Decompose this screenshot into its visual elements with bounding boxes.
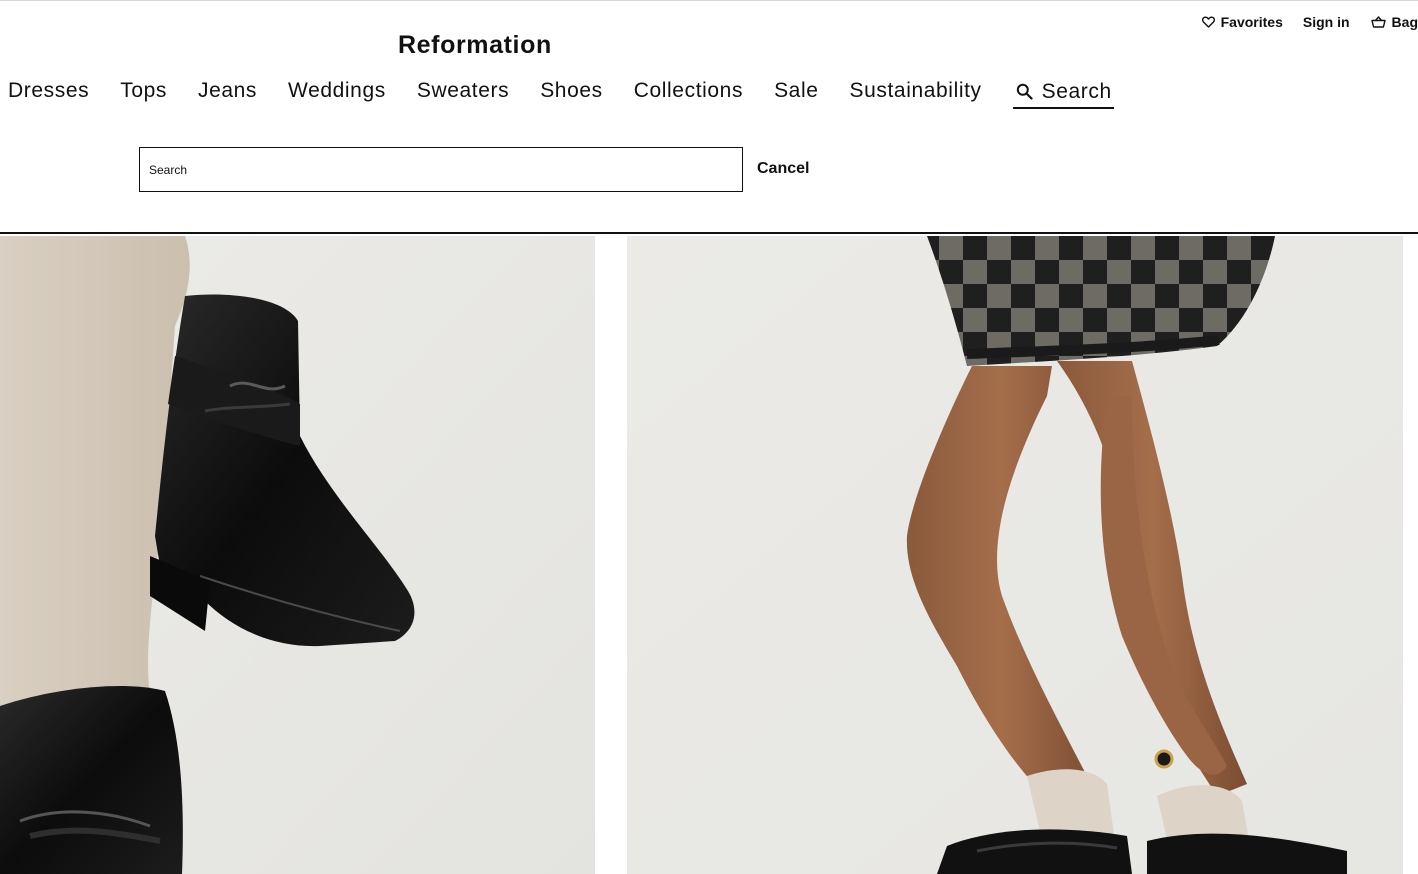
- header-divider: [0, 232, 1418, 234]
- sign-in-link[interactable]: Sign in: [1303, 13, 1350, 31]
- nav-item-shoes[interactable]: Shoes: [540, 76, 603, 106]
- favorites-link[interactable]: Favorites: [1201, 13, 1283, 31]
- bag-label: Bag: [1391, 14, 1418, 30]
- sign-in-label: Sign in: [1302, 14, 1350, 30]
- main-nav: Dresses Tops Jeans Weddings Sweaters Sho…: [8, 76, 1114, 110]
- bag-link[interactable]: Bag: [1370, 13, 1418, 31]
- utility-nav: Favorites Sign in Bag: [1201, 13, 1418, 31]
- magnifier-icon: [1016, 83, 1033, 100]
- nav-search-label: Search: [1041, 79, 1112, 103]
- nav-item-sweaters[interactable]: Sweaters: [417, 76, 509, 106]
- nav-item-collections[interactable]: Collections: [634, 76, 743, 106]
- heart-icon: [1201, 16, 1215, 28]
- search-input[interactable]: [139, 147, 743, 192]
- nav-search-toggle[interactable]: Search: [1012, 76, 1114, 109]
- nav-item-sustainability[interactable]: Sustainability: [850, 76, 982, 106]
- nav-item-tops[interactable]: Tops: [120, 76, 167, 106]
- product-image-model-legs[interactable]: [627, 236, 1403, 874]
- brand-logo[interactable]: Reformation: [398, 30, 552, 60]
- nav-item-dresses[interactable]: Dresses: [8, 76, 89, 106]
- product-image-loafer-closeup[interactable]: [0, 236, 595, 874]
- top-divider: [0, 0, 1418, 1]
- nav-item-jeans[interactable]: Jeans: [198, 76, 257, 106]
- cancel-button[interactable]: Cancel: [757, 158, 809, 180]
- favorites-label: Favorites: [1220, 14, 1283, 30]
- nav-item-weddings[interactable]: Weddings: [288, 76, 386, 106]
- basket-icon: [1370, 16, 1386, 28]
- nav-item-sale[interactable]: Sale: [774, 76, 818, 106]
